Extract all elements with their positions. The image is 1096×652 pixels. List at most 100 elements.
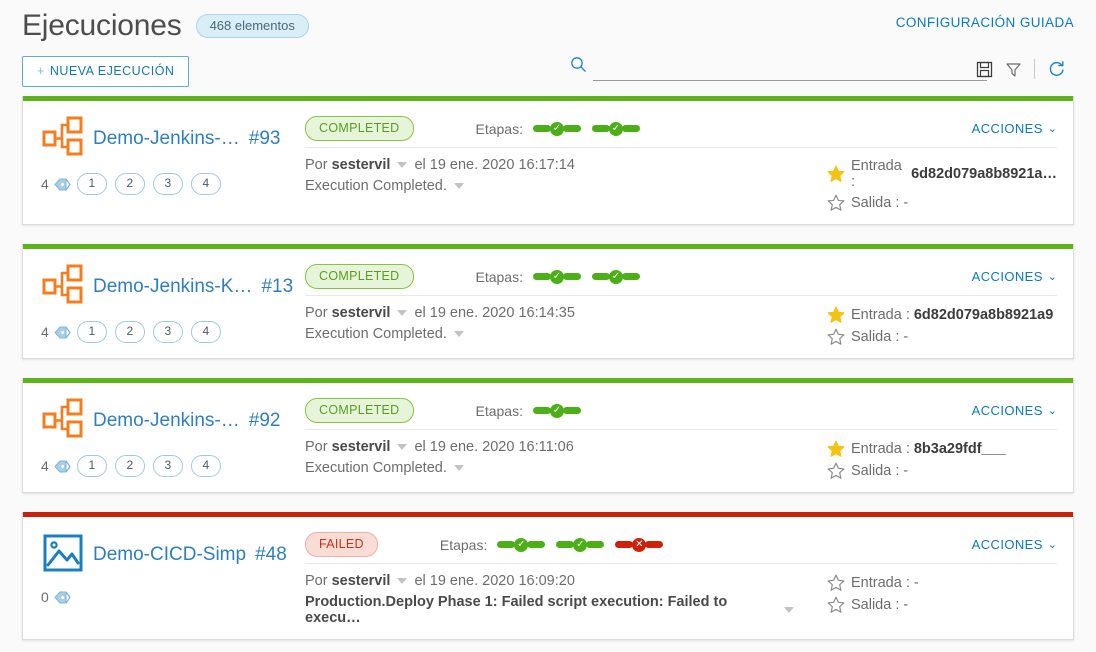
chevron-down-icon[interactable] <box>784 607 794 613</box>
stage-failed[interactable]: ✕ <box>615 537 664 552</box>
execution-name-link[interactable]: Demo-Jenkins-K… <box>93 276 252 298</box>
tag-pill[interactable]: 4 <box>190 455 221 477</box>
chevron-down-icon[interactable]: ⌄ <box>1048 270 1057 283</box>
stage-check-icon: ✓ <box>608 269 623 284</box>
star-icon[interactable] <box>827 462 845 480</box>
execution-card[interactable]: Demo-Jenkins-… #92 4 1 2 3 4 COMPLETED Etapas: ✓ P… <box>22 378 1074 493</box>
execution-card[interactable]: Demo-CICD-Simp #48 0 FAILED Etapas: ✓ ✓ ✕ Por ses… <box>22 512 1074 640</box>
tag-count: 4 <box>41 176 49 192</box>
card-title-row: Demo-CICD-Simp #48 <box>41 527 305 583</box>
stages-area: Etapas: ✓ ✓ <box>476 121 651 137</box>
output-label: Salida : <box>851 463 900 479</box>
star-icon[interactable] <box>827 574 845 592</box>
star-icon[interactable] <box>827 596 845 614</box>
tag-pill[interactable]: 3 <box>152 321 183 343</box>
output-value: - <box>903 329 909 345</box>
actions-menu-button[interactable]: ACCIONES <box>972 403 1043 418</box>
input-line: Entrada :- <box>827 574 1057 592</box>
card-title-row: Demo-Jenkins-K… #13 <box>41 259 305 315</box>
filter-icon[interactable] <box>1005 61 1022 78</box>
actions-menu-button[interactable]: ACCIONES <box>972 537 1043 552</box>
input-line: Entrada : 6d82d079a8b8921a… <box>827 158 1057 190</box>
tag-pill[interactable]: 4 <box>190 173 221 195</box>
stage-bar-right <box>645 541 664 548</box>
execution-number-link[interactable]: #13 <box>261 276 293 298</box>
icon-divider <box>1034 59 1035 79</box>
chevron-down-icon[interactable] <box>397 444 408 450</box>
execution-number-link[interactable]: #92 <box>249 410 281 432</box>
stage-ok[interactable]: ✓ <box>591 269 640 284</box>
chevron-down-icon[interactable]: ⌄ <box>1048 404 1057 417</box>
card-status-row: COMPLETED Etapas: ✓ ✓ <box>305 111 801 148</box>
execution-number-link[interactable]: #93 <box>249 128 281 150</box>
tag-pill[interactable]: 2 <box>114 173 145 195</box>
stage-bar-left <box>591 125 610 132</box>
stage-ok[interactable]: ✓ <box>497 537 546 552</box>
star-icon[interactable] <box>827 306 845 324</box>
guided-config-link[interactable]: CONFIGURACIÓN GUIADA <box>896 15 1074 30</box>
star-icon[interactable] <box>827 440 845 458</box>
plus-icon: + <box>37 63 45 78</box>
author-line: Por sestervil el 19 ene. 2020 16:17:14 <box>305 157 801 173</box>
stage-ok[interactable]: ✓ <box>556 537 605 552</box>
tag-pill[interactable]: 3 <box>152 455 183 477</box>
tag-pill[interactable]: 2 <box>114 455 145 477</box>
new-execution-button[interactable]: + NUEVA EJECUCIÓN <box>22 55 190 87</box>
execution-name-link[interactable]: Demo-Jenkins-… <box>93 410 240 432</box>
chevron-down-icon[interactable] <box>453 465 464 471</box>
actions-menu-button[interactable]: ACCIONES <box>972 121 1043 136</box>
by-label: Por <box>305 305 328 321</box>
stage-ok[interactable]: ✓ <box>532 269 581 284</box>
star-icon[interactable] <box>827 194 845 212</box>
star-icon[interactable] <box>827 165 845 183</box>
sitemap-icon <box>41 115 85 164</box>
save-icon[interactable] <box>976 61 993 78</box>
card-title-row: Demo-Jenkins-… #93 <box>41 111 305 167</box>
tag-count: 0 <box>41 589 49 605</box>
status-badge: COMPLETED <box>305 398 414 423</box>
actions-row: ACCIONES ⌄ <box>801 527 1057 564</box>
chevron-down-icon[interactable] <box>453 183 464 189</box>
status-badge: FAILED <box>305 532 378 557</box>
input-label: Entrada : <box>851 158 902 190</box>
card-status-row: COMPLETED Etapas: ✓ ✓ <box>305 259 801 296</box>
tag-count: 4 <box>41 458 49 474</box>
chevron-down-icon[interactable] <box>453 331 464 337</box>
stage-bar-right <box>562 407 581 414</box>
input-line: Entrada :8b3a29fdf___ <box>827 440 1057 458</box>
chevron-down-icon[interactable] <box>397 310 408 316</box>
stage-bar-left <box>615 541 634 548</box>
star-icon[interactable] <box>827 328 845 346</box>
tag-pill[interactable]: 2 <box>114 321 145 343</box>
stage-check-icon: ✓ <box>549 403 564 418</box>
input-value: 6d82d079a8b8921a9 <box>913 307 1054 323</box>
stage-ok[interactable]: ✓ <box>532 403 581 418</box>
execution-number-link[interactable]: #48 <box>255 544 287 566</box>
tag-pill[interactable]: 4 <box>190 321 221 343</box>
execution-card[interactable]: Demo-Jenkins-K… #13 4 1 2 3 4 COMPLETED Etapas: ✓… <box>22 244 1074 359</box>
chevron-down-icon[interactable]: ⌄ <box>1048 122 1057 135</box>
tag-pill[interactable]: 1 <box>76 173 107 195</box>
tag-row: 41234 <box>41 321 305 343</box>
stage-ok[interactable]: ✓ <box>532 121 581 136</box>
chevron-down-icon[interactable]: ⌄ <box>1048 538 1057 551</box>
refresh-icon[interactable] <box>1047 60 1066 79</box>
execution-name-link[interactable]: Demo-CICD-Simp <box>93 544 246 566</box>
search-input[interactable] <box>593 60 987 81</box>
card-right-column: ACCIONES ⌄ Entrada : - Salida :- <box>801 517 1073 639</box>
tag-pill[interactable]: 3 <box>152 173 183 195</box>
tag-icon <box>54 177 71 192</box>
input-value: - <box>913 575 919 591</box>
tag-pill[interactable]: 1 <box>76 321 107 343</box>
chevron-down-icon[interactable] <box>397 578 408 584</box>
author-name: sestervil <box>331 439 391 455</box>
stage-ok[interactable]: ✓ <box>591 121 640 136</box>
tag-pill[interactable]: 1 <box>76 455 107 477</box>
input-label: Entrada : <box>851 575 910 591</box>
execution-card[interactable]: Demo-Jenkins-… #93 4 1 2 3 4 COMPLETED Etapas: ✓ ✓… <box>22 96 1074 225</box>
execution-name-link[interactable]: Demo-Jenkins-… <box>93 128 240 150</box>
message-line: Execution Completed. <box>305 326 801 342</box>
actions-menu-button[interactable]: ACCIONES <box>972 269 1043 284</box>
chevron-down-icon[interactable] <box>397 162 408 168</box>
output-value: - <box>903 597 909 613</box>
